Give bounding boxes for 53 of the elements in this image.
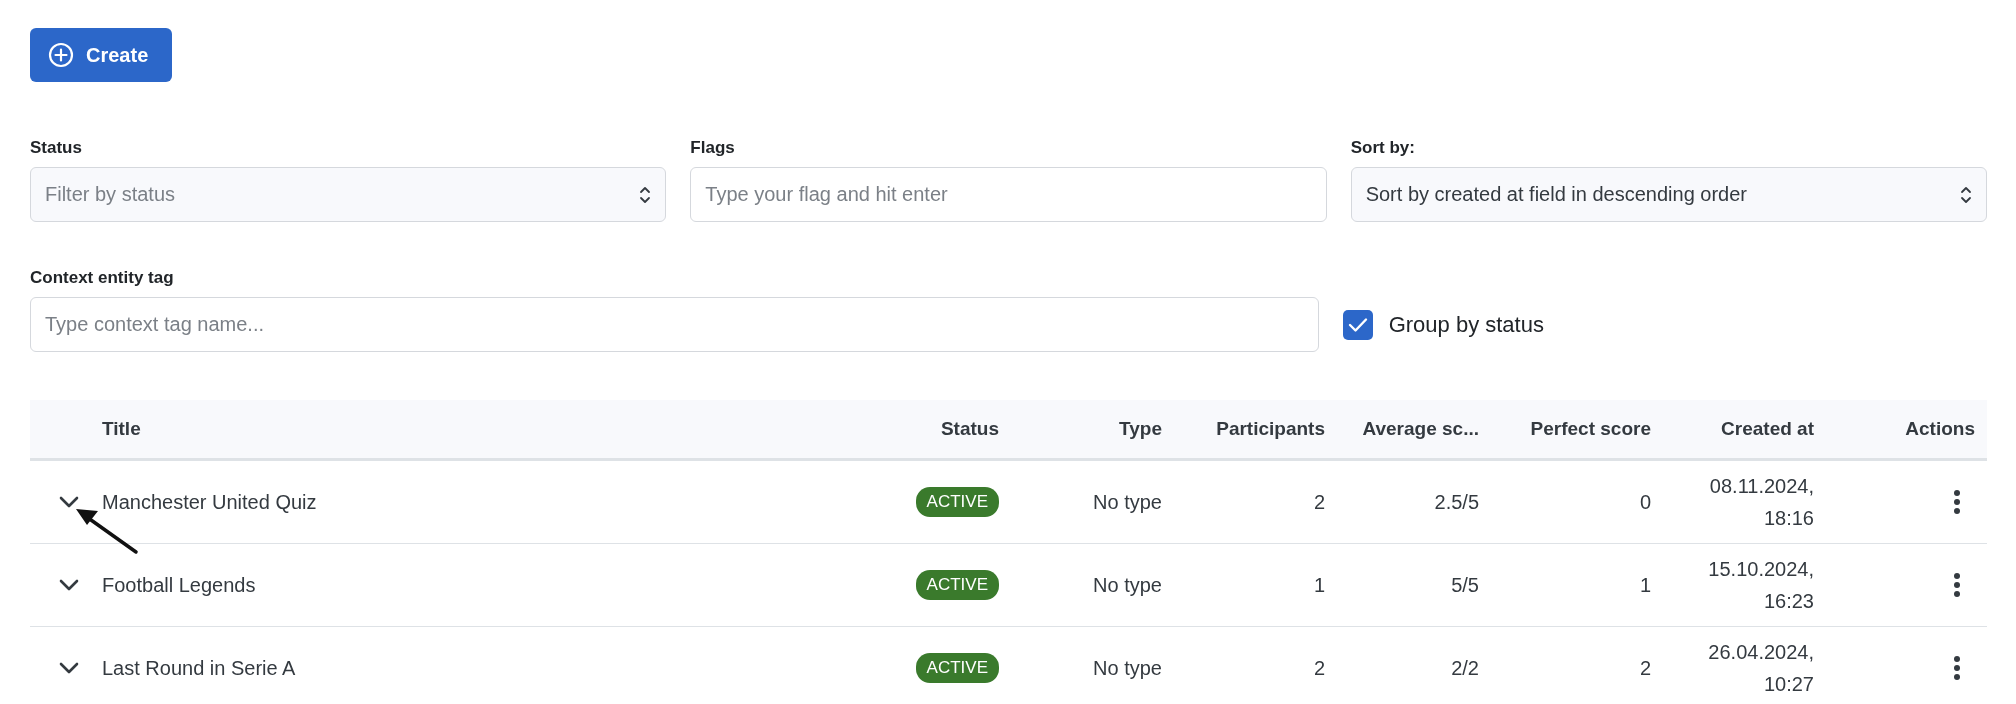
- check-icon: [1347, 316, 1368, 333]
- table-cell-text: 08.11.2024,: [1709, 474, 1814, 499]
- create-button[interactable]: Create: [30, 28, 173, 82]
- kebab-icon: [1953, 572, 1961, 598]
- column-header: Created at: [1720, 418, 1815, 440]
- column-header: Participants: [1215, 418, 1326, 440]
- table-cell-text: Manchester United Quiz: [102, 490, 317, 515]
- column-header: Title: [102, 418, 142, 440]
- table-cell-text: 1: [1313, 573, 1325, 598]
- table-cell-text: 1: [1639, 573, 1651, 598]
- field-label: Flags: [690, 138, 736, 158]
- chevron-icon: [59, 662, 79, 674]
- column-header: Type: [1118, 418, 1163, 440]
- checkbox-label: Group by status: [1388, 311, 1544, 338]
- input-field[interactable]: Type context tag name...: [30, 297, 1319, 352]
- kebab-icon: [1953, 489, 1961, 515]
- table-cell-text: 5/5: [1451, 573, 1479, 598]
- field-label: Context entity tag: [30, 268, 175, 288]
- select-field[interactable]: Sort by created at field in descending order: [1350, 167, 1987, 222]
- column-header: Average sc...: [1361, 418, 1480, 440]
- column-header: Perfect score: [1529, 418, 1652, 440]
- updown-icon: [1960, 184, 1972, 205]
- chevron-icon: [59, 496, 79, 508]
- table-cell-text: No type: [1093, 573, 1162, 598]
- table-cell-text: 2: [1639, 656, 1651, 681]
- column-header: Status: [939, 418, 1000, 440]
- field-label: Sort by:: [1350, 138, 1416, 158]
- checkbox[interactable]: [1342, 309, 1373, 340]
- table-cell-text: Football Legends: [102, 573, 256, 598]
- updown-icon: [639, 184, 652, 205]
- table-cell-text: 2/2: [1451, 656, 1479, 681]
- field-label: Status: [30, 138, 83, 158]
- table-cell-text: 16:23: [1763, 589, 1814, 614]
- table-cell-text: 0: [1639, 490, 1651, 515]
- input-field[interactable]: Type your flag and hit enter: [690, 167, 1327, 222]
- table-cell-text: 15.10.2024,: [1708, 557, 1814, 582]
- table-cell-text: No type: [1093, 656, 1162, 681]
- chevron-icon: [59, 579, 79, 591]
- table-cell-text: 2: [1313, 656, 1325, 681]
- table-cell-text: 2.5/5: [1434, 490, 1479, 515]
- status-badge: ACTIVE: [915, 653, 999, 683]
- table-cell-text: 26.04.2024,: [1708, 640, 1814, 665]
- select-field[interactable]: Filter by status: [30, 167, 667, 222]
- table-cell-text: No type: [1093, 490, 1162, 515]
- plus-circle-icon: [48, 42, 74, 68]
- column-header: Actions: [1904, 418, 1976, 440]
- table-cell-text: Last Round in Serie A: [102, 656, 296, 681]
- kebab-icon: [1953, 655, 1961, 681]
- table-cell-text: 10:27: [1763, 672, 1814, 697]
- table-cell-text: 2: [1313, 490, 1325, 515]
- status-badge: ACTIVE: [915, 570, 999, 600]
- status-badge: ACTIVE: [915, 487, 999, 517]
- table-cell-text: 18:16: [1763, 506, 1814, 531]
